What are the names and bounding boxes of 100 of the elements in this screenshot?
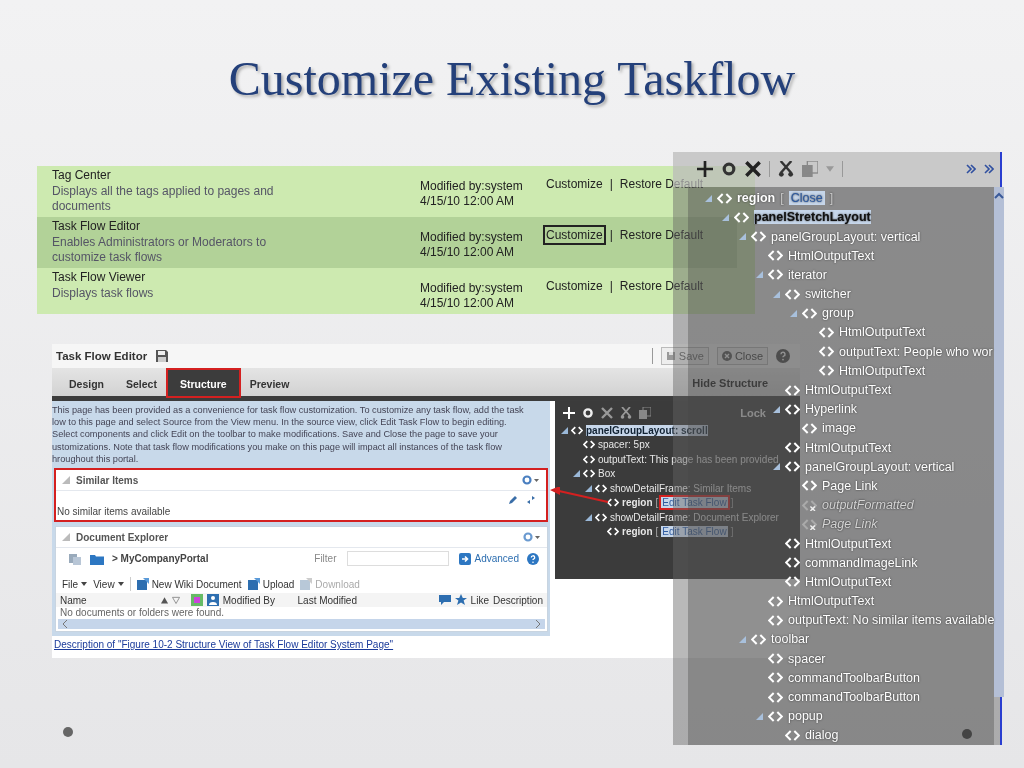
link-separator: |	[609, 228, 613, 242]
hide-structure-button[interactable]: Hide Structure	[686, 376, 774, 390]
tree-node-label[interactable]: HtmlOutputText	[805, 574, 892, 589]
scroll-up-icon[interactable]	[994, 190, 1005, 201]
customize-link[interactable]: Customize	[545, 176, 604, 192]
comment-icon	[438, 594, 451, 606]
help-icon[interactable]	[527, 552, 539, 565]
restore-default-link[interactable]: Restore Default	[618, 227, 705, 243]
tree-node-label[interactable]: region	[622, 497, 653, 509]
copy-icon[interactable]	[802, 161, 818, 178]
toolbar-button[interactable]: Upload	[247, 578, 295, 590]
add-icon[interactable]	[697, 161, 713, 178]
double-chevron-icon[interactable]	[966, 164, 976, 175]
column-header[interactable]: Modified By	[222, 594, 294, 606]
tree-node-label[interactable]: showDetailFrame: Document Explorer	[610, 511, 779, 523]
close-link[interactable]: Close	[788, 191, 825, 206]
restore-default-link[interactable]: Restore Default	[618, 176, 705, 192]
tree-node-label[interactable]: spacer: 5px	[598, 439, 650, 451]
restore-default-link[interactable]: Restore Default	[618, 278, 705, 294]
scroll-left-icon[interactable]	[61, 620, 69, 628]
copy-icon[interactable]	[639, 407, 651, 419]
tree-node-label[interactable]: outputText: People who wor	[839, 344, 993, 359]
expand-triangle-icon[interactable]	[773, 463, 780, 471]
settings-icon[interactable]	[523, 532, 541, 542]
double-chevron-icon[interactable]	[984, 164, 994, 175]
tree-node-label[interactable]: dialog	[805, 728, 839, 743]
tree-node-label[interactable]: panelGroupLayout: scroll	[586, 424, 708, 436]
link-separator: |	[609, 279, 613, 293]
tree-node-label[interactable]: Box	[598, 468, 616, 480]
pencil-icon[interactable]	[508, 495, 518, 505]
tree-node-label[interactable]: spacer	[788, 651, 826, 666]
customize-link[interactable]: Customize	[545, 278, 604, 294]
tree-node-label[interactable]: switcher	[805, 287, 851, 302]
expand-triangle-icon[interactable]	[585, 513, 592, 521]
tree-node-label[interactable]: commandImageLink	[805, 555, 918, 570]
help-icon[interactable]	[776, 349, 790, 363]
delete-icon[interactable]	[601, 407, 613, 419]
menu-button[interactable]: View	[93, 578, 124, 590]
document-icon	[300, 578, 313, 590]
tree-node-label[interactable]: Page Link	[822, 478, 878, 493]
tree-node-label[interactable]: commandToolbarButton	[788, 690, 921, 705]
vertical-scrollbar[interactable]	[994, 186, 1005, 697]
tree-node-label[interactable]: region	[622, 526, 653, 538]
bracket: ]	[829, 191, 834, 206]
tree-node-label[interactable]: popup	[788, 709, 823, 724]
menu-button[interactable]: File	[62, 578, 88, 590]
save-button[interactable]: Save	[660, 347, 709, 365]
taskflow-name: Task Flow Viewer	[52, 270, 147, 285]
settings-icon[interactable]	[522, 475, 540, 485]
figure-description-link[interactable]: Description of "Figure 10-2 Structure View of Task Flow Editor System Page"	[52, 636, 550, 658]
tree-node-label[interactable]: region	[737, 191, 776, 206]
floppy-icon[interactable]	[155, 349, 170, 363]
advanced-button[interactable]: Advanced	[458, 552, 519, 565]
column-header[interactable]: Like	[470, 594, 489, 606]
tree-node-label[interactable]: HtmlOutputText	[839, 325, 926, 340]
tree-node-label[interactable]: panelStretchLayout	[754, 210, 871, 225]
editor-tab[interactable]: Preview	[238, 372, 301, 396]
scissors-icon[interactable]	[778, 161, 794, 178]
tree-node-label[interactable]: outputText: No similar items available	[788, 613, 995, 628]
tree-node-label[interactable]: HtmlOutputText	[805, 440, 892, 455]
panel-title: Document Explorer	[76, 531, 169, 543]
customize-link[interactable]: Customize	[545, 227, 604, 243]
tree-node-label[interactable]: Hyperlink	[805, 402, 858, 417]
editor-tab[interactable]: Design	[58, 372, 115, 396]
tree-node-label[interactable]: HtmlOutputText	[839, 363, 926, 378]
close-button[interactable]: Close	[716, 347, 768, 365]
tree-node-label[interactable]: iterator	[788, 267, 827, 282]
delete-icon[interactable]	[745, 161, 761, 178]
tree-node-label[interactable]: group	[822, 306, 854, 321]
tree-node-label[interactable]: outputText: This page has been provided	[598, 453, 779, 465]
scroll-right-icon[interactable]	[534, 620, 542, 628]
column-header[interactable]: Last Modified	[297, 594, 435, 606]
lock-label[interactable]: Lock	[740, 407, 766, 419]
tree-node-label[interactable]: commandToolbarButton	[788, 670, 921, 685]
toolbar-button[interactable]: New Wiki Document	[136, 578, 242, 590]
column-header[interactable]: Description	[492, 594, 543, 606]
tree-node-label[interactable]: panelGroupLayout: vertical	[805, 459, 955, 474]
tree-node-label[interactable]: HtmlOutputText	[805, 536, 892, 551]
sort-arrows-icon[interactable]	[161, 596, 181, 604]
horizontal-scrollbar[interactable]	[58, 619, 545, 629]
folder-path[interactable]: > MyCompanyPortal	[112, 553, 209, 564]
folders-icon[interactable]	[68, 551, 82, 566]
tree-node-label[interactable]: HtmlOutputText	[805, 383, 892, 398]
tree-node-label[interactable]: showDetailFrame: Similar Items	[610, 482, 752, 494]
column-header[interactable]: Name	[60, 594, 158, 606]
editor-tab[interactable]: Select	[115, 372, 168, 396]
add-icon[interactable]	[563, 407, 575, 419]
tree-node-label[interactable]: HtmlOutputText	[788, 248, 875, 263]
tree-node-label[interactable]: HtmlOutputText	[788, 594, 875, 609]
tree-node-label[interactable]: toolbar	[771, 632, 810, 647]
tree-node-label[interactable]: panelGroupLayout: vertical	[771, 229, 921, 244]
expand-triangle-icon[interactable]	[773, 405, 780, 413]
taskflow-row[interactable]: Task Flow Editor Enables Administrators or Moderators to customize task flows Modified by:system 4/15/10 12:00 AM Customize | Restore Default	[37, 217, 737, 268]
tree-node-label[interactable]: image	[822, 421, 857, 436]
editor-tab[interactable]: Structure	[167, 370, 239, 396]
filter-field[interactable]	[346, 551, 449, 566]
expand-triangle-icon[interactable]	[561, 426, 568, 434]
scissors-icon[interactable]	[620, 407, 632, 419]
tag-icon	[802, 480, 817, 492]
taskflow-description: Displays task flows	[52, 286, 155, 301]
